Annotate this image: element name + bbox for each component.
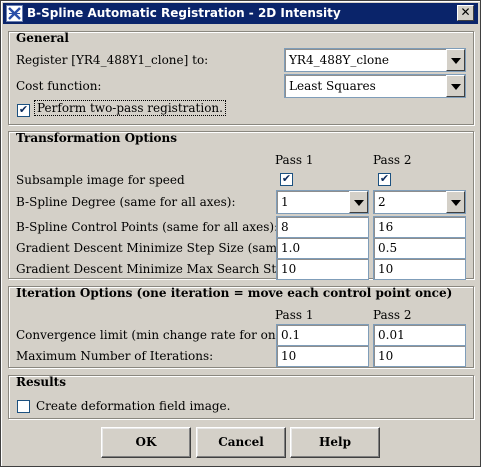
help-button[interactable]: Help bbox=[290, 427, 380, 458]
two-pass-label[interactable]: Perform two-pass registration. bbox=[34, 100, 226, 116]
degree-pass2-value: 2 bbox=[378, 195, 386, 209]
general-panel: General Register [YR4_488Y1_clone] to: Y… bbox=[8, 31, 474, 125]
pass2-header: Pass 2 bbox=[373, 153, 412, 167]
app-icon bbox=[6, 5, 23, 22]
max-search-pass1-input[interactable]: 10 bbox=[276, 258, 369, 280]
degree-pass1-dropdown[interactable]: 1 bbox=[276, 190, 369, 214]
register-label: Register [YR4_488Y1_clone] to: bbox=[16, 53, 209, 67]
iteration-panel: Iteration Options (one iteration = move … bbox=[8, 286, 474, 368]
cost-function-dropdown[interactable]: Least Squares bbox=[284, 74, 466, 98]
ok-button[interactable]: OK bbox=[101, 427, 191, 458]
chevron-down-icon[interactable] bbox=[446, 75, 465, 97]
max-iterations-pass2-input[interactable]: 10 bbox=[373, 345, 466, 367]
transformation-panel-title: Transformation Options bbox=[16, 131, 178, 145]
control-points-pass2-input[interactable]: 16 bbox=[373, 216, 466, 238]
chevron-down-icon[interactable] bbox=[446, 49, 465, 71]
subsample-pass1-checkbox[interactable]: ✔ bbox=[280, 173, 293, 186]
check-icon: ✔ bbox=[281, 172, 292, 185]
max-search-label: Gradient Descent Minimize Max Search Ste… bbox=[16, 262, 302, 276]
convergence-pass1-input[interactable]: 0.1 bbox=[276, 324, 369, 346]
control-points-pass1-input[interactable]: 8 bbox=[276, 216, 369, 238]
max-search-pass2-input[interactable]: 10 bbox=[373, 258, 466, 280]
degree-pass1-value: 1 bbox=[281, 195, 289, 209]
cancel-button[interactable]: Cancel bbox=[196, 427, 286, 458]
check-icon: ✔ bbox=[18, 103, 29, 116]
max-iterations-label: Maximum Number of Iterations: bbox=[16, 349, 214, 363]
chevron-down-icon[interactable] bbox=[446, 191, 465, 213]
chevron-down-icon[interactable] bbox=[349, 191, 368, 213]
register-target-dropdown[interactable]: YR4_488Y_clone bbox=[284, 48, 466, 72]
convergence-pass2-input[interactable]: 0.01 bbox=[373, 324, 466, 346]
two-pass-checkbox[interactable]: ✔ bbox=[17, 104, 30, 117]
dialog-window: B-Spline Automatic Registration - 2D Int… bbox=[0, 0, 481, 467]
degree-label: B-Spline Degree (same for all axes): bbox=[16, 195, 236, 209]
deformation-field-label: Create deformation field image. bbox=[36, 399, 231, 413]
degree-pass2-dropdown[interactable]: 2 bbox=[373, 190, 466, 214]
close-icon: ✕ bbox=[460, 5, 471, 19]
subsample-pass2-checkbox[interactable]: ✔ bbox=[378, 173, 391, 186]
check-icon: ✔ bbox=[379, 172, 390, 185]
max-iterations-pass1-input[interactable]: 10 bbox=[276, 345, 369, 367]
cost-function-value: Least Squares bbox=[289, 79, 376, 93]
iteration-panel-title: Iteration Options (one iteration = move … bbox=[16, 286, 453, 300]
title-bar[interactable]: B-Spline Automatic Registration - 2D Int… bbox=[3, 3, 478, 24]
close-button[interactable]: ✕ bbox=[457, 5, 474, 21]
iteration-pass1-header: Pass 1 bbox=[275, 308, 314, 322]
deformation-field-checkbox[interactable] bbox=[17, 400, 30, 413]
general-panel-title: General bbox=[16, 31, 69, 45]
control-points-label: B-Spline Control Points (same for all ax… bbox=[16, 220, 279, 234]
register-target-value: YR4_488Y_clone bbox=[289, 53, 390, 67]
step-size-pass1-input[interactable]: 1.0 bbox=[276, 237, 369, 259]
pass1-header: Pass 1 bbox=[275, 153, 314, 167]
window-title: B-Spline Automatic Registration - 2D Int… bbox=[27, 6, 341, 20]
subsample-label: Subsample image for speed bbox=[16, 173, 185, 187]
cost-function-label: Cost function: bbox=[16, 79, 102, 93]
step-size-pass2-input[interactable]: 0.5 bbox=[373, 237, 466, 259]
results-panel: Results Create deformation field image. bbox=[8, 375, 474, 419]
results-panel-title: Results bbox=[16, 375, 66, 389]
iteration-pass2-header: Pass 2 bbox=[373, 308, 412, 322]
transformation-panel: Transformation Options Pass 1 Pass 2 Sub… bbox=[8, 131, 474, 280]
